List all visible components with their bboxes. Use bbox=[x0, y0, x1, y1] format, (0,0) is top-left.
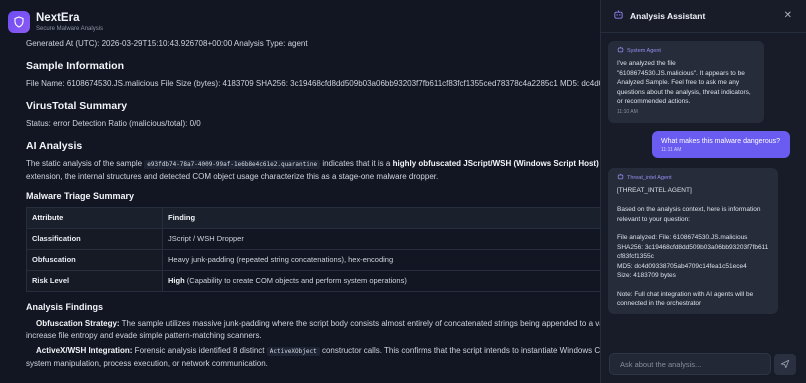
ai-bold-classification: highly obfuscated JScript/WSH (Windows S… bbox=[392, 159, 599, 168]
finding-cell: Heavy junk-padding (repeated string conc… bbox=[162, 249, 600, 271]
finding-item-cont: system manipulation, process execution, … bbox=[26, 359, 268, 368]
finding-item: ActiveX/WSH Integration: Forensic analys… bbox=[36, 346, 600, 356]
brand-name: NextEra bbox=[36, 11, 80, 24]
finding-item-cont: increase file entropy and evade simple p… bbox=[26, 331, 262, 340]
agent-message: Threat_intel Agent [THREAT_INTEL AGENT] … bbox=[608, 168, 778, 314]
main-content: NextEra Secure Malware Analysis Generate… bbox=[0, 0, 600, 383]
close-icon[interactable]: ✕ bbox=[784, 10, 792, 21]
message-text: What makes this malware dangerous? bbox=[661, 138, 781, 145]
agent-name: System Agent bbox=[627, 48, 661, 54]
message-line: Size: 4183709 bytes bbox=[617, 272, 676, 280]
shield-logo-icon bbox=[8, 11, 30, 33]
triage-heading: Malware Triage Summary bbox=[26, 191, 135, 201]
brand[interactable]: NextEra Secure Malware Analysis bbox=[8, 9, 103, 35]
ai-text-2: indicates that it is a bbox=[322, 159, 391, 168]
sample-info-line: File Name: 6108674530.JS.malicious File … bbox=[26, 79, 600, 88]
message-time: 11:11 AM bbox=[661, 147, 682, 153]
robot-icon bbox=[613, 7, 624, 25]
message-time: 11:10 AM bbox=[617, 109, 638, 116]
robot-icon bbox=[617, 46, 624, 57]
table-row: Risk Level High (Capability to create CO… bbox=[26, 270, 600, 292]
ai-analysis-line-1: The static analysis of the sample e93fdb… bbox=[26, 158, 600, 171]
findings-heading: Analysis Findings bbox=[26, 302, 104, 312]
finding-item: Obfuscation Strategy: The sample utilize… bbox=[36, 319, 600, 328]
virustotal-status: Status: error Detection Ratio (malicious… bbox=[26, 119, 201, 128]
sample-filename-code: e93fdb74-78a7-4009-99af-1e6b8e4c61e2.qua… bbox=[144, 160, 321, 169]
message-line: File analyzed: File: 6108674530.JS.malic… bbox=[617, 234, 748, 242]
table-row: Obfuscation Heavy junk-padding (repeated… bbox=[26, 249, 600, 271]
attribute-cell: Risk Level bbox=[26, 270, 163, 292]
ai-text-1: The static analysis of the sample bbox=[26, 159, 143, 168]
table-row: Classification JScript / WSH Dropper bbox=[26, 228, 600, 250]
message-line: SHA256: 3c19468cfd8dd509b03a06bb93203f7f… bbox=[617, 243, 769, 261]
robot-icon bbox=[617, 173, 624, 184]
virustotal-heading: VirusTotal Summary bbox=[26, 100, 128, 112]
finding-title: Obfuscation Strategy: bbox=[36, 319, 120, 328]
ai-analysis-heading: AI Analysis bbox=[26, 140, 83, 152]
chat-input[interactable] bbox=[610, 354, 770, 375]
chat-input-wrapper bbox=[609, 353, 771, 375]
send-button[interactable] bbox=[774, 354, 796, 375]
user-message: What makes this malware dangerous? 11:11… bbox=[652, 131, 790, 158]
attribute-cell: Obfuscation bbox=[26, 249, 163, 271]
brand-subtitle: Secure Malware Analysis bbox=[36, 25, 104, 32]
agent-name: Threat_intel Agent bbox=[627, 175, 672, 181]
ai-analysis-line-2: extension, the internal structures and d… bbox=[26, 172, 439, 181]
assistant-header: Analysis Assistant bbox=[601, 0, 806, 33]
assistant-title: Analysis Assistant bbox=[630, 11, 706, 21]
triage-table: Attribute Finding Classification JScript… bbox=[26, 207, 600, 292]
message-line: [THREAT_INTEL AGENT] bbox=[617, 187, 692, 195]
column-header-finding: Finding bbox=[162, 207, 600, 229]
risk-level-bold: High bbox=[168, 276, 185, 285]
message-line: MD5: dc4d09338705ab4709c14fea1c51ece4 bbox=[617, 262, 747, 270]
finding-cell: JScript / WSH Dropper bbox=[162, 228, 600, 250]
finding-cell: High (Capability to create COM objects a… bbox=[162, 270, 600, 292]
sample-info-heading: Sample Information bbox=[26, 60, 125, 72]
message-line: Based on the analysis context, here is i… bbox=[617, 206, 761, 223]
findings-list: Obfuscation Strategy: The sample utilize… bbox=[26, 318, 600, 370]
analysis-report: Generated At (UTC): 2026-03-29T15:10:43.… bbox=[26, 38, 600, 370]
message-line: Note: Full chat integration with AI agen… bbox=[617, 290, 754, 308]
chat-messages[interactable]: System Agent I've analyzed the file "610… bbox=[608, 38, 798, 340]
agent-message: System Agent I've analyzed the file "610… bbox=[608, 41, 764, 123]
message-text: I've analyzed the file "6108674530.JS.ma… bbox=[617, 60, 751, 106]
attribute-cell: Classification bbox=[26, 228, 163, 250]
table-header-row: Attribute Finding bbox=[26, 207, 600, 229]
send-icon bbox=[780, 356, 790, 374]
generated-at: Generated At (UTC): 2026-03-29T15:10:43.… bbox=[26, 39, 308, 48]
activex-code: ActiveXObject bbox=[266, 347, 320, 356]
column-header-attribute: Attribute bbox=[26, 207, 163, 229]
finding-title: ActiveX/WSH Integration: bbox=[36, 346, 133, 355]
